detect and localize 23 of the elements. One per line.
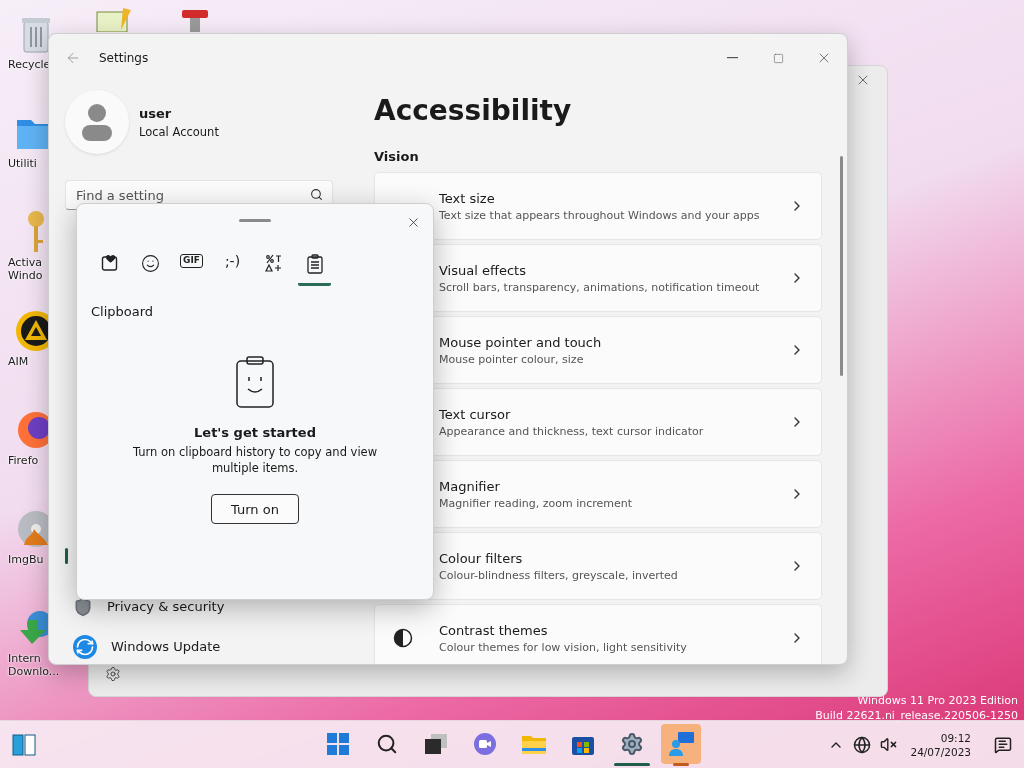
section-heading: Vision (374, 149, 420, 164)
user-name: user (139, 105, 173, 121)
setting-title: Magnifier (439, 478, 501, 494)
setting-description: Magnifier reading, zoom increment (439, 496, 634, 510)
edition-watermark-text: Build 22621.ni_release.220506-1250 (815, 708, 1018, 723)
page-heading: Accessibility (374, 94, 573, 127)
empty-state-heading: Let's get started (194, 425, 316, 440)
edition-watermark-text: Windows 11 Pro 2023 Edition (857, 693, 1018, 708)
panel-title: Clipboard (91, 304, 155, 319)
setting-description: Appearance and thickness, text cursor indicator (439, 424, 705, 438)
setting-title: Contrast themes (439, 622, 549, 638)
setting-title: Visual effects (439, 262, 527, 278)
setting-description: Mouse pointer colour, size (439, 352, 585, 366)
setting-title: Text cursor (439, 406, 512, 422)
account-type: Local Account (139, 124, 219, 139)
setting-description: Colour-blindness filters, greyscale, inverted (439, 568, 679, 582)
setting-title: Colour filters (439, 550, 524, 566)
window-title: Settings (99, 51, 150, 65)
setting-description: Colour themes for low vision, light sensitivity (439, 640, 688, 654)
setting-description: Scroll bars, transparency, animations, notification timeout (439, 280, 761, 294)
setting-description: Text size that appears throughout Windows and your apps (439, 208, 761, 222)
setting-title: Text size (439, 190, 496, 206)
setting-title: Mouse pointer and touch (439, 334, 603, 350)
